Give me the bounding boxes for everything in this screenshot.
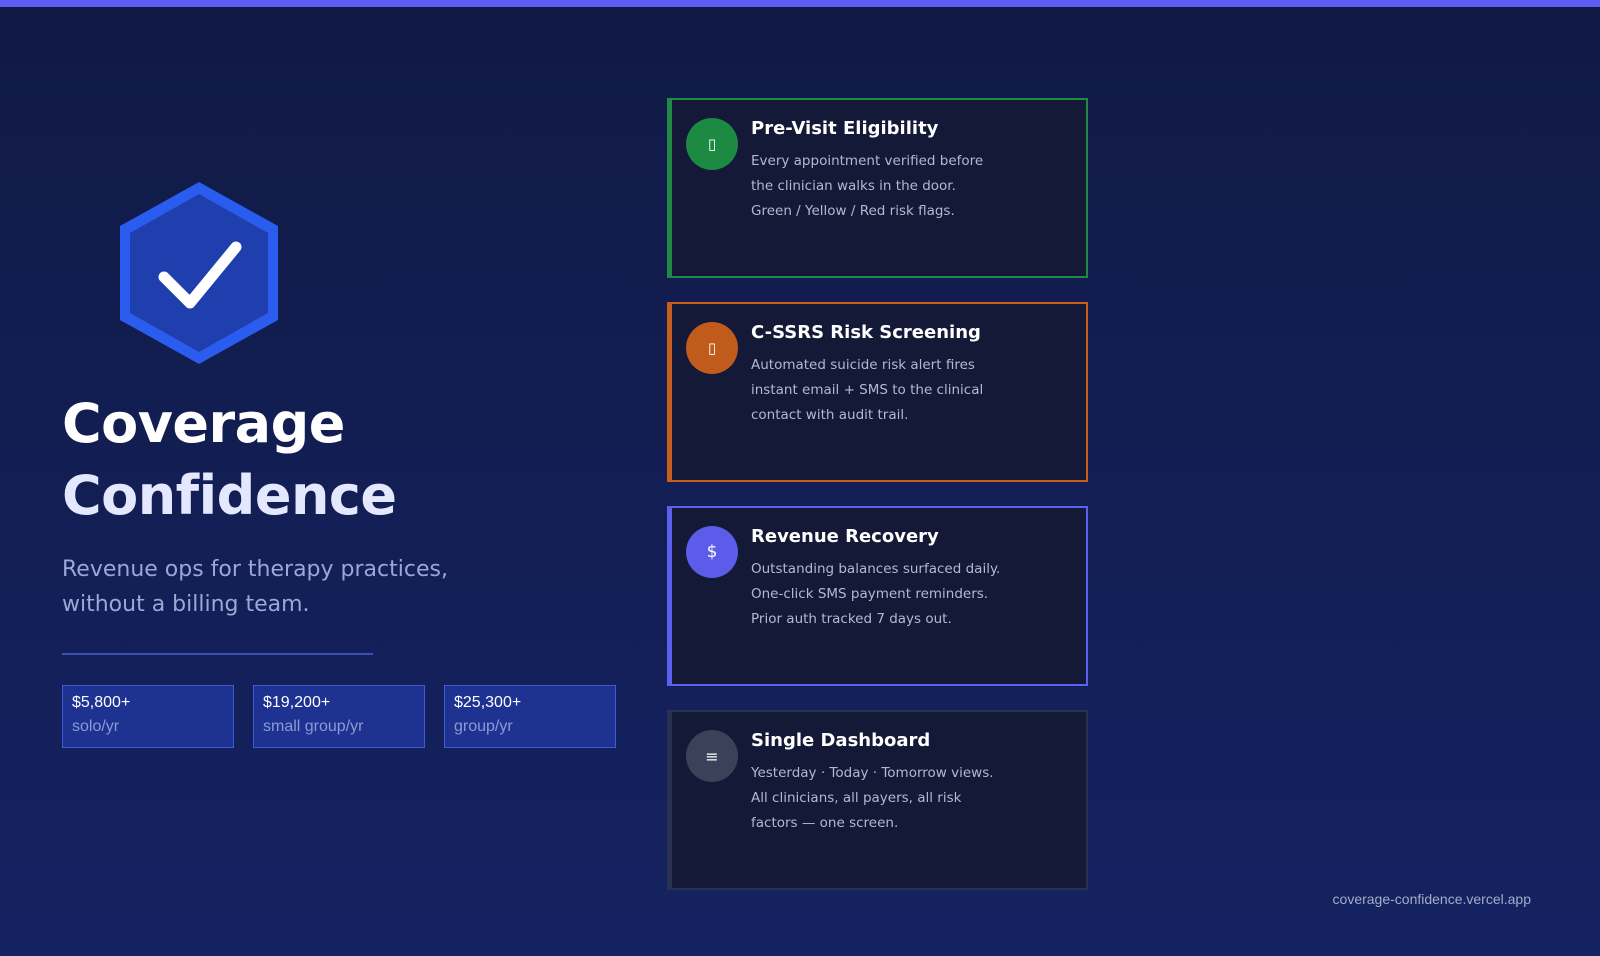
feature-description: Automated suicide risk alert fires insta… (751, 353, 1051, 428)
stat-value: $5,800+ (72, 694, 131, 711)
feature-desc-line: One-click SMS payment reminders. (751, 586, 989, 602)
feature-desc-line: Every appointment verified before (751, 153, 984, 169)
stat-label: group/yr (454, 718, 513, 735)
alert-icon: ▯ (686, 322, 738, 374)
stat-label: small group/yr (263, 718, 364, 735)
footer-url: coverage-confidence.vercel.app (1332, 891, 1531, 907)
feature-desc-line: Automated suicide risk alert fires (751, 357, 975, 373)
tagline: Revenue ops for therapy practices, witho… (62, 552, 542, 622)
feature-desc-line: contact with audit trail. (751, 407, 909, 423)
feature-title: C-SSRS Risk Screening (751, 322, 981, 343)
stat-solo: $5,800+ solo/yr (62, 685, 234, 748)
top-accent-bar (0, 0, 1600, 7)
stat-label: solo/yr (72, 718, 120, 735)
feature-description: Every appointment verified before the cl… (751, 149, 1051, 224)
feature-desc-line: instant email + SMS to the clinical (751, 382, 984, 398)
feature-desc-line: factors — one screen. (751, 815, 899, 831)
title-line-2: Confidence (62, 464, 397, 527)
feature-card-eligibility: ▯ Pre-Visit Eligibility Every appointmen… (667, 98, 1088, 278)
tagline-line-1: Revenue ops for therapy practices, (62, 557, 448, 582)
menu-icon: ≡ (686, 730, 738, 782)
feature-title: Pre-Visit Eligibility (751, 118, 939, 139)
hero-divider (62, 653, 373, 655)
title-line-1: Coverage (62, 392, 345, 455)
feature-card-revenue-recovery: $ Revenue Recovery Outstanding balances … (667, 506, 1088, 686)
feature-desc-line: Prior auth tracked 7 days out. (751, 611, 952, 627)
stat-group: $25,300+ group/yr (444, 685, 616, 748)
feature-desc-line: Yesterday · Today · Tomorrow views. (751, 765, 994, 781)
feature-description: Outstanding balances surfaced daily. One… (751, 557, 1051, 632)
feature-title: Single Dashboard (751, 730, 931, 751)
feature-description: Yesterday · Today · Tomorrow views. All … (751, 761, 1051, 836)
page-title: Coverage Confidence (62, 388, 622, 532)
dollar-icon: $ (686, 526, 738, 578)
feature-title: Revenue Recovery (751, 526, 939, 547)
feature-desc-line: All clinicians, all payers, all risk (751, 790, 962, 806)
stat-value: $19,200+ (263, 694, 331, 711)
clipboard-icon: ▯ (686, 118, 738, 170)
stat-value: $25,300+ (454, 694, 522, 711)
feature-desc-line: the clinician walks in the door. (751, 178, 956, 194)
tagline-line-2: without a billing team. (62, 592, 310, 617)
feature-card-dashboard: ≡ Single Dashboard Yesterday · Today · T… (667, 710, 1088, 890)
stat-small-group: $19,200+ small group/yr (253, 685, 425, 748)
feature-card-risk-screening: ▯ C-SSRS Risk Screening Automated suicid… (667, 302, 1088, 482)
shield-check-icon (120, 182, 278, 364)
feature-desc-line: Outstanding balances surfaced daily. (751, 561, 1001, 577)
feature-desc-line: Green / Yellow / Red risk flags. (751, 203, 955, 219)
